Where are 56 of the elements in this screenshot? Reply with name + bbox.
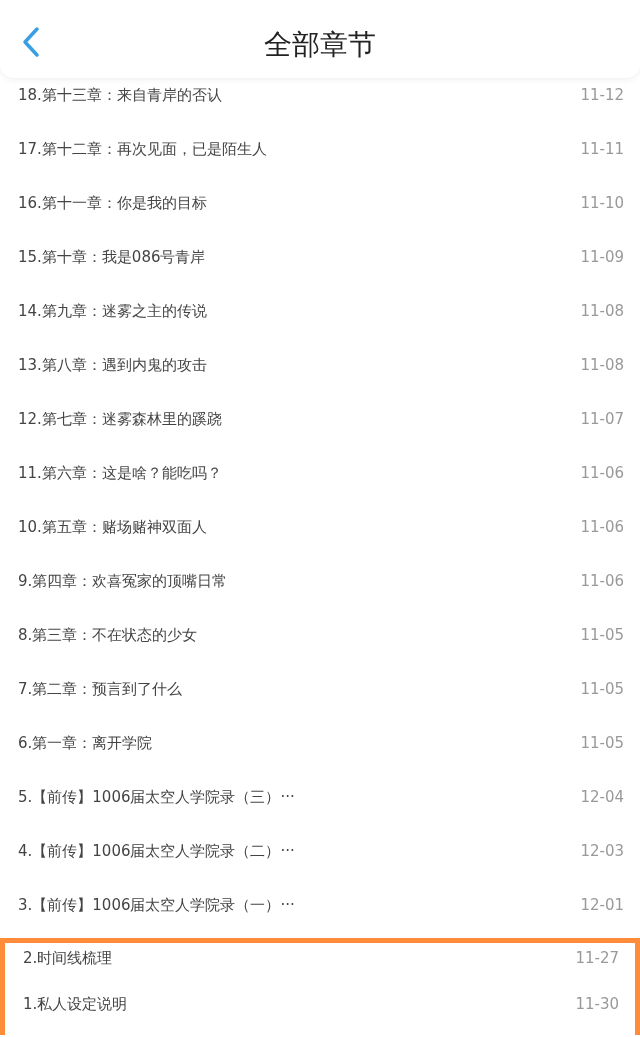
- chapter-date: 11-08: [580, 302, 624, 320]
- chapter-row[interactable]: 2.时间线梳理 11-27: [5, 943, 635, 989]
- chapter-row[interactable]: 10.第五章：赌场赌神双面人 11-06: [0, 510, 640, 564]
- chapter-title: 15.第十章：我是086号青岸: [18, 248, 206, 266]
- chapter-row[interactable]: 13.第八章：遇到内鬼的攻击 11-08: [0, 348, 640, 402]
- chapter-row[interactable]: 15.第十章：我是086号青岸 11-09: [0, 240, 640, 294]
- chapter-row[interactable]: 5.【前传】1006届太空人学院录（三）··· 12-04: [0, 780, 640, 834]
- chapter-date: 11-05: [580, 680, 624, 698]
- chapter-title: 12.第七章：迷雾森林里的蹊跷: [18, 410, 222, 428]
- chapter-date: 11-09: [580, 248, 624, 266]
- chapter-row[interactable]: 7.第二章：预言到了什么 11-05: [0, 672, 640, 726]
- chapter-date: 11-06: [580, 464, 624, 482]
- back-chevron-icon: [22, 26, 40, 58]
- chapter-row[interactable]: 6.第一章：离开学院 11-05: [0, 726, 640, 780]
- chapter-date: 12-03: [580, 842, 624, 860]
- chapter-title: 14.第九章：迷雾之主的传说: [18, 302, 207, 320]
- chapter-title: 16.第十一章：你是我的目标: [18, 194, 207, 212]
- chapter-title: 11.第六章：这是啥？能吃吗？: [18, 464, 222, 482]
- chapter-date: 11-30: [575, 995, 619, 1013]
- chapter-title: 9.第四章：欢喜冤家的顶嘴日常: [18, 572, 228, 590]
- chapter-row[interactable]: 14.第九章：迷雾之主的传说 11-08: [0, 294, 640, 348]
- chapter-date: 11-27: [575, 949, 619, 967]
- chapter-title: 7.第二章：预言到了什么: [18, 680, 183, 698]
- chapter-date: 11-12: [580, 86, 624, 104]
- chapter-row[interactable]: 8.第三章：不在状态的少女 11-05: [0, 618, 640, 672]
- chapter-title: 5.【前传】1006届太空人学院录（三）···: [18, 788, 295, 806]
- chapter-title: 4.【前传】1006届太空人学院录（二）···: [18, 842, 295, 860]
- chapter-title: 3.【前传】1006届太空人学院录（一）···: [18, 896, 295, 914]
- chapter-row[interactable]: 4.【前传】1006届太空人学院录（二）··· 12-03: [0, 834, 640, 888]
- chapter-date: 12-04: [580, 788, 624, 806]
- chapter-row[interactable]: 11.第六章：这是啥？能吃吗？ 11-06: [0, 456, 640, 510]
- chapter-row[interactable]: 17.第十二章：再次见面，已是陌生人 11-11: [0, 132, 640, 186]
- chapter-title: 17.第十二章：再次见面，已是陌生人: [18, 140, 267, 158]
- chapter-date: 11-06: [580, 572, 624, 590]
- chapter-row[interactable]: 9.第四章：欢喜冤家的顶嘴日常 11-06: [0, 564, 640, 618]
- chapter-date: 11-05: [580, 734, 624, 752]
- chapter-title: 2.时间线梳理: [23, 949, 113, 967]
- chapter-row[interactable]: 3.【前传】1006届太空人学院录（一）··· 12-01: [0, 888, 640, 942]
- chapter-date: 11-07: [580, 410, 624, 428]
- chapter-date: 11-05: [580, 626, 624, 644]
- page-title: 全部章节: [264, 27, 376, 63]
- chapter-title: 13.第八章：遇到内鬼的攻击: [18, 356, 207, 374]
- chapter-date: 11-10: [580, 194, 624, 212]
- chapter-title: 8.第三章：不在状态的少女: [18, 626, 198, 644]
- chapter-row[interactable]: 18.第十三章：来自青岸的否认 11-12: [0, 78, 640, 132]
- chapter-row[interactable]: 16.第十一章：你是我的目标 11-10: [0, 186, 640, 240]
- chapter-title: 10.第五章：赌场赌神双面人: [18, 518, 207, 536]
- chapter-date: 11-06: [580, 518, 624, 536]
- chapter-title: 1.私人设定说明: [23, 995, 128, 1013]
- chapter-date: 11-08: [580, 356, 624, 374]
- chapter-date: 11-11: [580, 140, 624, 158]
- chapter-date: 12-01: [580, 896, 624, 914]
- chapter-title: 6.第一章：离开学院: [18, 734, 153, 752]
- chapter-title: 18.第十三章：来自青岸的否认: [18, 86, 222, 104]
- chapter-row[interactable]: 1.私人设定说明 11-30: [5, 989, 635, 1035]
- chapter-row[interactable]: 12.第七章：迷雾森林里的蹊跷 11-07: [0, 402, 640, 456]
